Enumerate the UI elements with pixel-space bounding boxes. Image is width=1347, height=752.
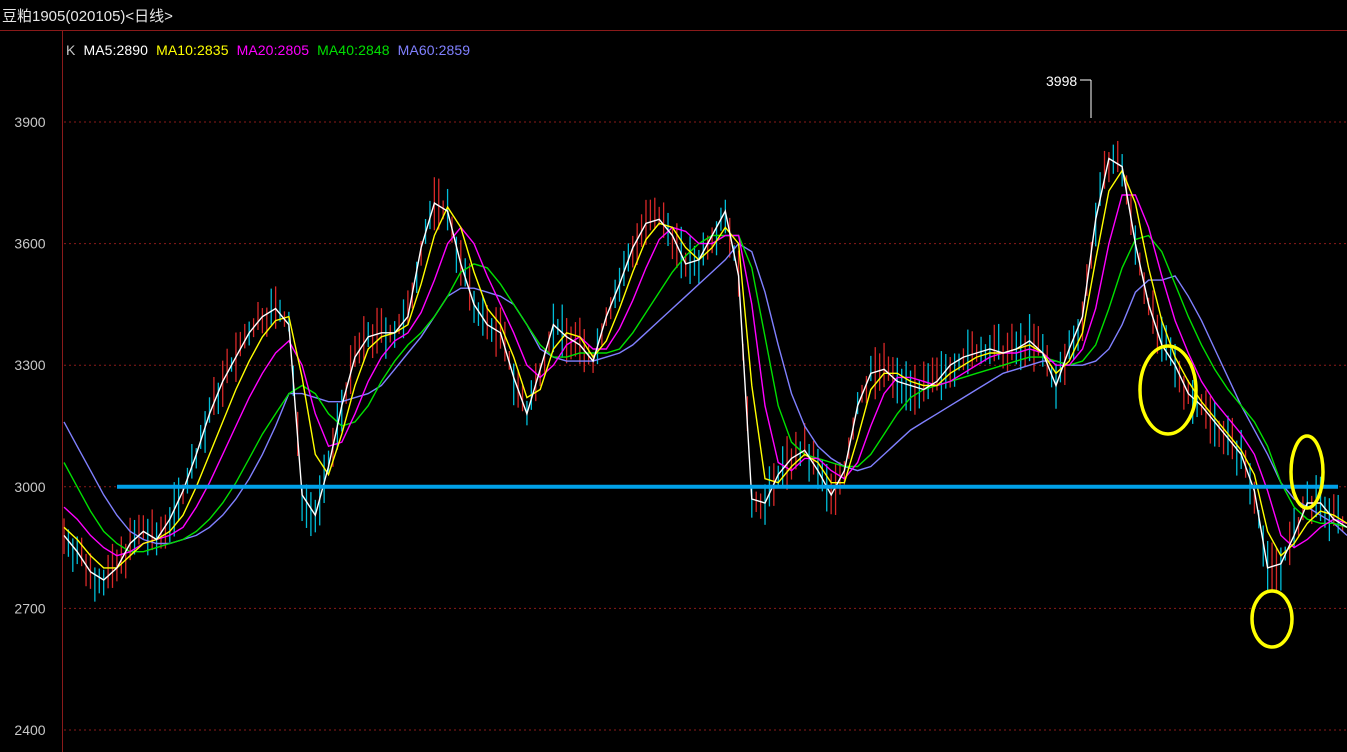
series-ma10-line <box>63 169 1347 569</box>
y-tick-label: 2700 <box>14 600 45 616</box>
series-ma40-line <box>63 234 1347 553</box>
price-chart[interactable]: 3900 3600 3300 3000 2700 2400 3998 <box>0 0 1347 752</box>
y-tick-label: 3900 <box>14 114 45 130</box>
y-tick-label: 3000 <box>14 479 45 495</box>
peak-label: 3998 <box>1046 73 1077 89</box>
highlight-circle <box>1250 589 1294 649</box>
y-tick-label: 2400 <box>14 722 45 738</box>
series-ma5-line <box>63 157 1347 581</box>
series-ma60-line <box>63 242 1347 545</box>
y-tick-label: 3600 <box>14 236 45 252</box>
highlight-circle <box>1138 344 1198 436</box>
y-tick-label: 3300 <box>14 357 45 373</box>
